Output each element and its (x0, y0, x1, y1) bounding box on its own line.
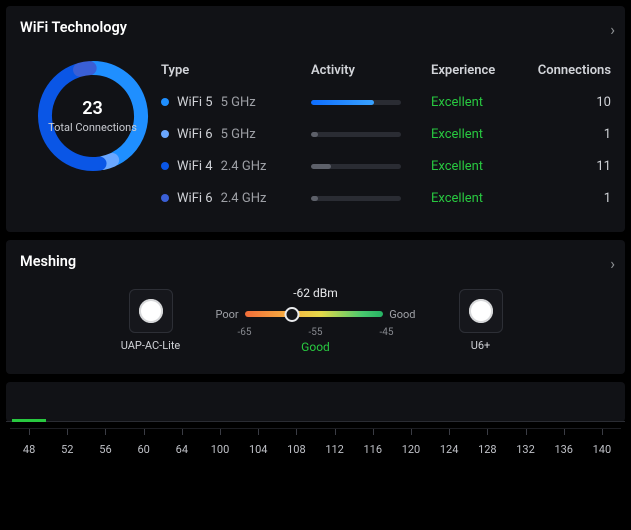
wifi-band: 2.4 GHz (221, 191, 267, 206)
channel-tick: 128 (468, 443, 506, 456)
connections-value: 1 (531, 191, 611, 206)
channel-tick: 60 (125, 443, 163, 456)
wifi-donut-chart: 23 Total Connections (24, 56, 161, 176)
meter-knob-icon (284, 307, 299, 322)
chevron-right-icon[interactable]: › (610, 254, 615, 273)
mesh-device-right[interactable]: U6+ (436, 289, 526, 352)
connections-value: 10 (531, 95, 611, 110)
mesh-signal-meter: -62 dBm Poor Good -65 -55 -45 Good (216, 286, 416, 354)
mesh-device-left-label: UAP-AC-Lite (121, 339, 181, 352)
wifi-band: 5 GHz (221, 127, 256, 142)
meshing-panel-title: Meshing (20, 253, 76, 270)
col-experience: Experience (431, 63, 531, 78)
channel-tick: 136 (545, 443, 583, 456)
channel-tick: 100 (201, 443, 239, 456)
channel-tick: 104 (239, 443, 277, 456)
activity-bar (311, 132, 401, 137)
channel-tick: 56 (86, 443, 124, 456)
series-dot-icon (161, 162, 169, 170)
meter-label-poor: Poor (216, 308, 239, 321)
activity-bar (311, 196, 401, 201)
mesh-status: Good (301, 340, 330, 354)
channel-axis: 4852566064100104108112116120124128132136… (6, 428, 625, 480)
channel-tick: 108 (277, 443, 315, 456)
mesh-signal-value: -62 dBm (293, 286, 338, 300)
wifi-type: WiFi 4 (177, 159, 213, 174)
chevron-right-icon[interactable]: › (610, 20, 615, 39)
wifi-band: 5 GHz (221, 95, 256, 110)
series-dot-icon (161, 130, 169, 138)
experience-value: Excellent (431, 95, 531, 110)
experience-value: Excellent (431, 159, 531, 174)
wifi-total-count: 23 (82, 98, 103, 119)
col-activity: Activity (311, 63, 431, 78)
channel-tick: 124 (430, 443, 468, 456)
wifi-type: WiFi 6 (177, 191, 213, 206)
access-point-icon (129, 289, 173, 333)
activity-bar (311, 100, 401, 105)
wifi-type: WiFi 5 (177, 95, 213, 110)
channel-tick: 116 (354, 443, 392, 456)
usage-marker (12, 419, 46, 422)
wifi-panel-header[interactable]: WiFi Technology › (6, 6, 625, 48)
channel-tick: 132 (506, 443, 544, 456)
meshing-panel: Meshing › UAP-AC-Lite -62 dBm Poor Good … (6, 240, 625, 374)
table-row[interactable]: WiFi 6 2.4 GHz Excellent1 (161, 182, 611, 214)
meter-tick: -65 (238, 327, 252, 338)
wifi-total-label: Total Connections (48, 121, 137, 134)
channel-tick: 48 (10, 443, 48, 456)
mesh-device-left[interactable]: UAP-AC-Lite (106, 289, 196, 352)
mesh-device-right-label: U6+ (471, 339, 491, 352)
table-row[interactable]: WiFi 4 2.4 GHz Excellent11 (161, 150, 611, 182)
channel-tick: 112 (316, 443, 354, 456)
table-row[interactable]: WiFi 6 5 GHz Excellent1 (161, 118, 611, 150)
wifi-technology-panel: WiFi Technology › 23 Total Connections T… (6, 6, 625, 232)
meter-tick: -45 (379, 327, 393, 338)
col-connections: Connections (531, 63, 611, 78)
wifi-panel-title: WiFi Technology (20, 19, 127, 36)
meter-gradient-bar (245, 311, 384, 317)
channel-tick: 64 (163, 443, 201, 456)
experience-value: Excellent (431, 191, 531, 206)
wifi-table: Type Activity Experience Connections WiF… (161, 54, 611, 214)
channel-tick: 52 (48, 443, 86, 456)
connections-value: 1 (531, 127, 611, 142)
col-type: Type (161, 63, 311, 78)
experience-value: Excellent (431, 127, 531, 142)
channel-tick: 120 (392, 443, 430, 456)
channel-tick: 140 (583, 443, 621, 456)
channel-usage-strip (6, 382, 625, 422)
meshing-panel-header[interactable]: Meshing › (6, 240, 625, 282)
table-row[interactable]: WiFi 5 5 GHz Excellent10 (161, 86, 611, 118)
meter-tick: -55 (308, 327, 322, 338)
connections-value: 11 (531, 159, 611, 174)
wifi-band: 2.4 GHz (221, 159, 267, 174)
series-dot-icon (161, 194, 169, 202)
series-dot-icon (161, 98, 169, 106)
access-point-icon (459, 289, 503, 333)
wifi-type: WiFi 6 (177, 127, 213, 142)
meter-label-good: Good (389, 308, 415, 321)
activity-bar (311, 164, 401, 169)
